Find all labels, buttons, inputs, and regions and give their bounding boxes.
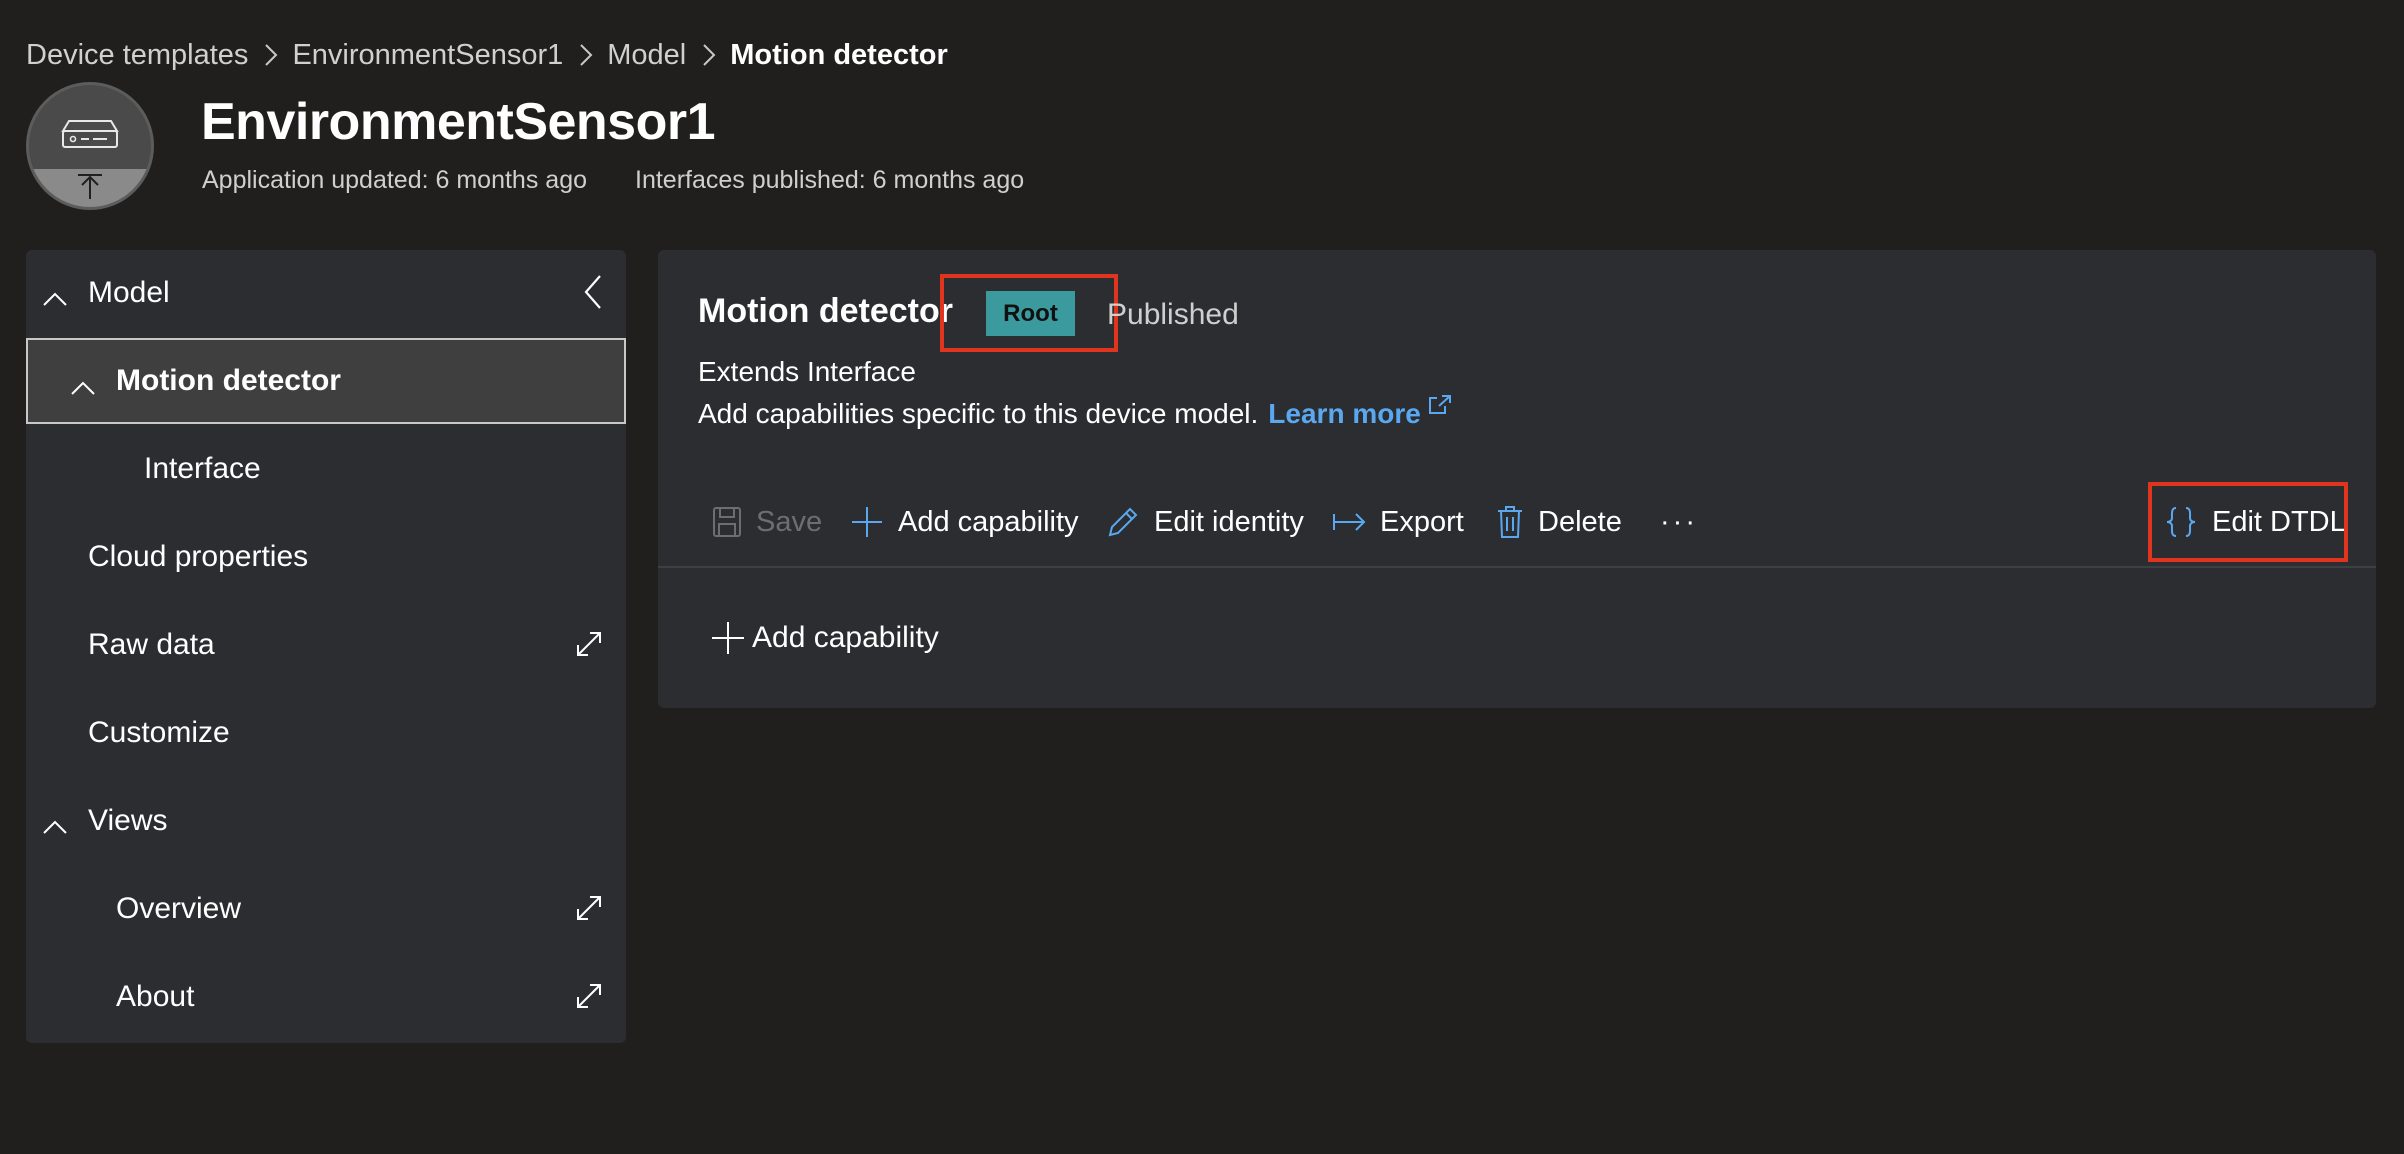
sidebar-item-cloud-properties[interactable]: Cloud properties xyxy=(26,514,626,600)
description-text: Add capabilities specific to this device… xyxy=(698,395,1453,430)
learn-more-link[interactable]: Learn more xyxy=(1268,395,1453,430)
more-icon: ··· xyxy=(1660,505,1698,538)
breadcrumb-environmentsensor1[interactable]: EnvironmentSensor1 xyxy=(292,39,563,72)
application-updated-text: Application updated: 6 months ago xyxy=(202,166,587,194)
export-button[interactable]: Export xyxy=(1332,494,1464,550)
header-meta: Application updated: 6 months ago Interf… xyxy=(202,166,1024,195)
interfaces-published-text: Interfaces published: 6 months ago xyxy=(635,166,1025,194)
add-capability-button[interactable]: Add capability xyxy=(850,494,1079,550)
trash-icon xyxy=(1498,506,1522,538)
add-capability-body-label: Add capability xyxy=(752,621,939,654)
sidebar-item-label: Motion detector xyxy=(116,364,341,397)
description-label: Add capabilities specific to this device… xyxy=(698,398,1259,429)
device-upload-icon xyxy=(26,82,154,210)
toolbar-divider xyxy=(658,566,2376,568)
breadcrumb: Device templates EnvironmentSensor1 Mode… xyxy=(26,34,948,76)
expand-diagonal-icon[interactable] xyxy=(574,981,604,1019)
sidebar-item-label: Model xyxy=(88,276,170,309)
expand-diagonal-icon[interactable] xyxy=(574,629,604,667)
sidebar-item-label: Interface xyxy=(144,452,261,485)
sidebar-item-label: Customize xyxy=(88,716,230,749)
chevron-left-icon[interactable] xyxy=(582,274,604,318)
export-label: Export xyxy=(1380,505,1464,538)
save-icon xyxy=(713,507,741,537)
plus-icon xyxy=(852,507,882,537)
export-arrow-icon xyxy=(1333,513,1366,531)
sidebar-item-about[interactable]: About xyxy=(26,954,626,1040)
more-options-button[interactable]: ··· xyxy=(1660,494,1698,550)
sidebar-item-model[interactable]: Model xyxy=(26,250,626,336)
template-sidebar: Model Motion detector Interface Cloud pr… xyxy=(26,250,626,1043)
interface-panel: Motion detector Root Published Extends I… xyxy=(658,250,2376,708)
pencil-icon xyxy=(1108,507,1138,537)
edit-dtdl-highlight xyxy=(2148,482,2348,562)
expand-diagonal-icon[interactable] xyxy=(574,893,604,931)
delete-label: Delete xyxy=(1538,505,1622,538)
breadcrumb-current: Motion detector xyxy=(730,38,948,71)
sidebar-item-label: Raw data xyxy=(88,628,215,661)
interface-title: Motion detector xyxy=(698,292,953,330)
external-link-icon xyxy=(1428,395,1451,414)
breadcrumb-model[interactable]: Model xyxy=(607,39,686,72)
root-badge-highlight xyxy=(940,274,1118,352)
extends-text: Extends Interface xyxy=(698,356,916,387)
sidebar-item-motion-detector[interactable]: Motion detector xyxy=(26,338,626,424)
save-label: Save xyxy=(756,505,823,538)
sidebar-item-label: Views xyxy=(88,804,168,837)
sidebar-item-label: Cloud properties xyxy=(88,540,309,573)
chevron-up-icon[interactable] xyxy=(42,811,68,845)
sidebar-item-overview[interactable]: Overview xyxy=(26,866,626,952)
edit-identity-label: Edit identity xyxy=(1154,505,1304,538)
sidebar-item-raw-data[interactable]: Raw data xyxy=(26,602,626,688)
breadcrumb-device-templates[interactable]: Device templates xyxy=(26,39,248,72)
chevron-right-icon xyxy=(579,43,593,67)
plus-icon xyxy=(712,622,744,654)
chevron-up-icon[interactable] xyxy=(42,283,68,317)
delete-button[interactable]: Delete xyxy=(1496,494,1622,550)
edit-identity-button[interactable]: Edit identity xyxy=(1106,494,1304,550)
add-capability-body-button[interactable]: Add capability xyxy=(710,612,939,664)
sidebar-item-label: About xyxy=(116,980,195,1013)
sidebar-item-views[interactable]: Views xyxy=(26,778,626,864)
chevron-up-icon[interactable] xyxy=(70,372,96,406)
sidebar-item-label: Overview xyxy=(116,892,242,925)
save-button[interactable]: Save xyxy=(712,494,822,550)
sidebar-item-interface[interactable]: Interface xyxy=(26,426,626,512)
chevron-right-icon xyxy=(264,43,278,67)
chevron-right-icon xyxy=(702,43,716,67)
status-published: Published xyxy=(1107,298,1239,331)
sidebar-item-customize[interactable]: Customize xyxy=(26,690,626,776)
add-capability-label: Add capability xyxy=(898,505,1079,538)
learn-more-label: Learn more xyxy=(1268,398,1421,429)
page-title: EnvironmentSensor1 xyxy=(201,93,716,151)
